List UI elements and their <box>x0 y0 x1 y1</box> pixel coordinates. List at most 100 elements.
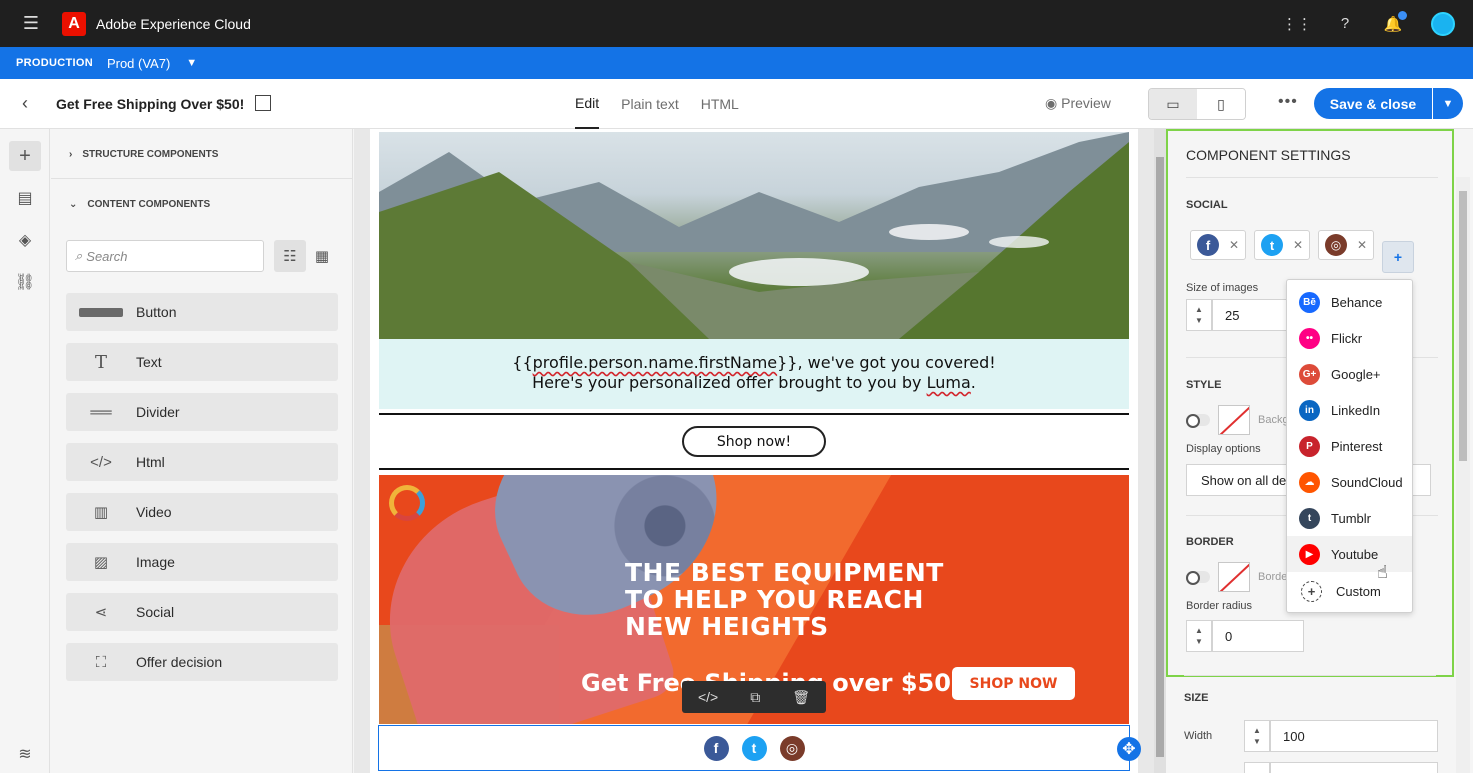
avatar[interactable] <box>1431 11 1455 36</box>
menu-item-label: Behance <box>1331 294 1383 310</box>
component-text[interactable]: T Text <box>66 343 338 381</box>
scroll-thumb[interactable] <box>1459 191 1467 461</box>
more-options-icon[interactable]: ••• <box>1278 93 1298 111</box>
social-chip-instagram[interactable]: ◎ ✕ <box>1318 230 1375 260</box>
add-social-button[interactable]: + <box>1382 241 1414 273</box>
menu-item-soundcloud[interactable]: ☁ SoundCloud <box>1287 464 1412 500</box>
notifications-icon[interactable]: 🔔 <box>1383 10 1407 34</box>
structure-components-label: STRUCTURE COMPONENTS <box>82 149 219 160</box>
help-icon[interactable]: ? <box>1335 14 1355 34</box>
mountain-illustration <box>379 132 1129 339</box>
back-arrow-icon[interactable]: ‹ <box>22 93 28 114</box>
sandbox-selector[interactable]: Prod (VA7) <box>107 56 170 71</box>
mobile-view-icon[interactable]: ▯ <box>1197 89 1245 119</box>
background-color-swatch[interactable] <box>1218 405 1250 435</box>
remove-icon[interactable]: ✕ <box>1357 238 1367 252</box>
grid-view-icon[interactable]: ▦ <box>306 240 338 272</box>
brand-name: Luma <box>926 373 971 392</box>
edit-properties-icon[interactable] <box>255 95 271 111</box>
instagram-icon[interactable]: ◎ <box>779 735 805 761</box>
menu-item-google-plus[interactable]: G+ Google+ <box>1287 356 1412 392</box>
code-icon[interactable]: </> <box>698 689 718 705</box>
share-icon: ⋖ <box>94 604 108 621</box>
custom-add-icon: + <box>1301 580 1322 602</box>
menu-item-linkedin[interactable]: in LinkedIn <box>1287 392 1412 428</box>
tab-plain-text[interactable]: Plain text <box>621 79 679 129</box>
search-input[interactable]: ⌕ Search <box>66 240 264 272</box>
twitter-icon[interactable]: t <box>741 735 767 761</box>
search-placeholder: Search <box>86 248 128 264</box>
eye-icon: ◉ <box>1045 95 1062 111</box>
remove-icon[interactable]: ✕ <box>1229 238 1239 252</box>
scroll-thumb[interactable] <box>1156 157 1164 757</box>
tab-html[interactable]: HTML <box>701 79 739 129</box>
facebook-icon[interactable]: f <box>703 735 729 761</box>
height-input[interactable] <box>1270 762 1438 773</box>
social-chip-twitter[interactable]: t ✕ <box>1254 230 1311 260</box>
component-html[interactable]: </> Html <box>66 443 338 481</box>
border-toggle[interactable] <box>1186 571 1210 585</box>
menu-item-pinterest[interactable]: P Pinterest <box>1287 428 1412 464</box>
add-components-icon[interactable]: + <box>9 141 41 171</box>
desktop-view-icon[interactable]: ▭ <box>1149 89 1197 119</box>
menu-item-tumblr[interactable]: t Tumblr <box>1287 500 1412 536</box>
adobe-logo-icon[interactable]: A <box>62 11 86 36</box>
menu-item-flickr[interactable]: •• Flickr <box>1287 320 1412 356</box>
fragments-icon[interactable]: ▤ <box>9 183 41 213</box>
size-of-images-input[interactable]: 25 <box>1212 299 1292 331</box>
app-switcher-icon[interactable]: ⋮⋮ <box>1282 14 1312 34</box>
delete-icon[interactable]: 🗑 <box>792 689 810 706</box>
width-stepper[interactable]: ▲ ▼ <box>1244 720 1270 752</box>
greeting-text-block[interactable]: {{profile.person.name.firstName}}, we've… <box>379 339 1129 409</box>
component-social[interactable]: ⋖ Social <box>66 593 338 631</box>
component-image[interactable]: ▨ Image <box>66 543 338 581</box>
save-close-button[interactable]: Save & close <box>1314 88 1432 119</box>
menu-item-behance[interactable]: Bē Behance <box>1287 284 1412 320</box>
code-icon: </> <box>90 453 112 471</box>
menu-item-youtube[interactable]: ▶ Youtube <box>1287 536 1412 572</box>
component-button[interactable]: Button <box>66 293 338 331</box>
menu-item-label: SoundCloud <box>1331 474 1403 490</box>
film-icon: ▥ <box>93 504 109 521</box>
layers-icon[interactable]: ◈ <box>9 225 41 255</box>
greeting-text: }}, we've got you covered! <box>777 353 996 372</box>
component-video[interactable]: ▥ Video <box>66 493 338 531</box>
component-divider[interactable]: ══ Divider <box>66 393 338 431</box>
list-view-icon[interactable]: ☷ <box>274 240 306 272</box>
settings-scrollbar[interactable] <box>1456 177 1470 773</box>
tab-edit[interactable]: Edit <box>575 79 600 129</box>
remove-icon[interactable]: ✕ <box>1293 238 1303 252</box>
promo-headline-line: NEW HEIGHTS <box>625 612 829 641</box>
greeting-text: Here's your personalized offer brought t… <box>532 373 927 392</box>
link-icon[interactable]: ⛓ <box>9 267 41 297</box>
validation-icon[interactable]: ≋ <box>9 739 41 769</box>
component-offer-decision[interactable]: ⛶ Offer decision <box>66 643 338 681</box>
social-component-selected[interactable]: f t ◎ <box>378 725 1130 771</box>
border-radius-input[interactable]: 0 <box>1212 620 1304 652</box>
save-options-chevron-icon[interactable]: ▼ <box>1433 88 1463 119</box>
hamburger-menu-icon[interactable]: ☰ <box>0 13 62 34</box>
menu-item-custom[interactable]: + Custom <box>1287 573 1412 609</box>
border-color-swatch[interactable] <box>1218 562 1250 592</box>
move-handle-icon[interactable]: ✥ <box>1117 737 1141 761</box>
preview-button[interactable]: ◉ Preview <box>1045 95 1111 112</box>
divider <box>51 178 353 179</box>
shop-now-button[interactable]: Shop now! <box>682 426 826 457</box>
background-toggle[interactable] <box>1186 414 1210 428</box>
social-section-header: SOCIAL <box>1186 199 1228 211</box>
content-components-header[interactable]: ⌄ CONTENT COMPONENTS <box>69 199 210 210</box>
menu-item-label: Youtube <box>1331 546 1379 562</box>
size-of-images-stepper[interactable]: ▲ ▼ <box>1186 299 1212 331</box>
greeting-text: {{ <box>512 353 533 372</box>
height-stepper[interactable] <box>1244 762 1270 773</box>
twitter-icon: t <box>1261 234 1283 256</box>
hero-image[interactable] <box>379 132 1129 339</box>
social-chip-facebook[interactable]: f ✕ <box>1190 230 1247 260</box>
duplicate-icon[interactable]: ⧉ <box>750 689 760 706</box>
component-label: Html <box>136 454 165 470</box>
chevron-down-icon[interactable]: ▼ <box>186 57 197 69</box>
width-input[interactable]: 100 <box>1270 720 1438 752</box>
canvas-scrollbar[interactable] <box>1154 129 1166 773</box>
structure-components-header[interactable]: › STRUCTURE COMPONENTS <box>69 149 218 160</box>
border-radius-stepper[interactable]: ▲ ▼ <box>1186 620 1212 652</box>
